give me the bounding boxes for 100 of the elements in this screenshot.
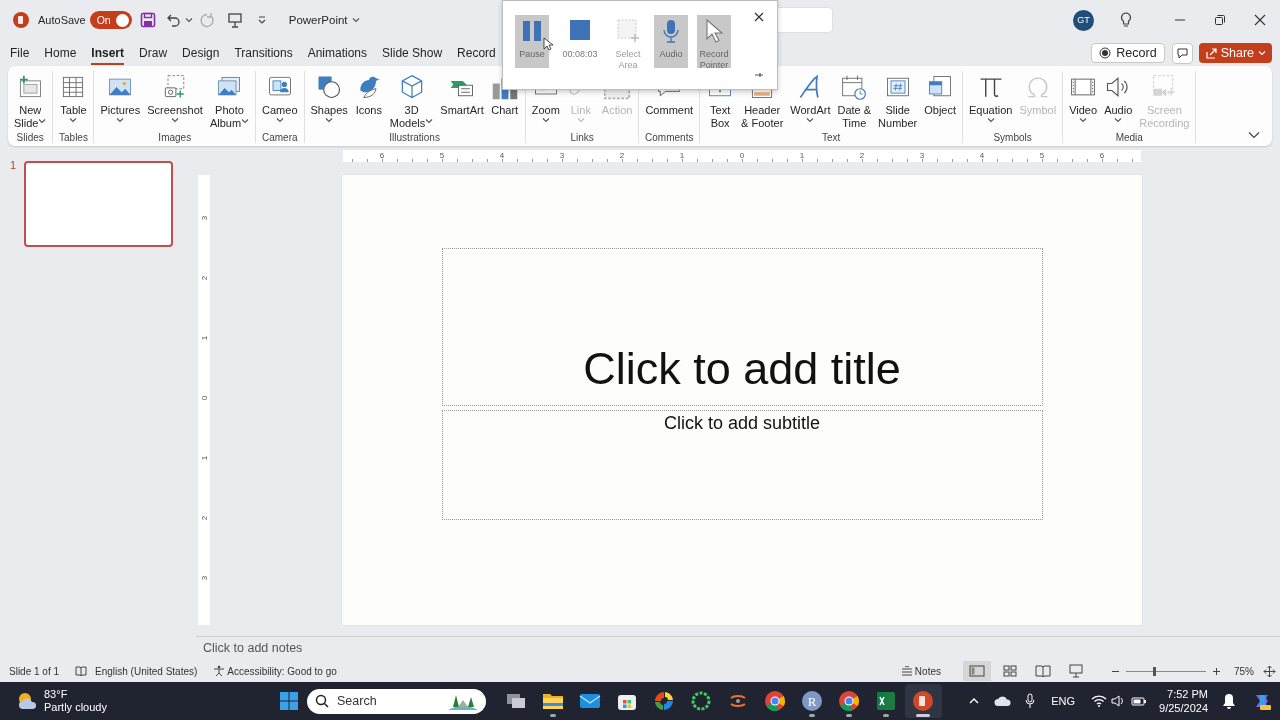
ribbon-button[interactable]: Object: [921, 71, 959, 131]
ruler-number: 1: [678, 150, 686, 162]
fit-slide-icon[interactable]: [1263, 664, 1276, 678]
ruler-number: 1: [198, 334, 210, 343]
caret-icon: [1258, 50, 1266, 56]
ribbon-button[interactable]: Video: [1066, 71, 1101, 131]
ribbon-button[interactable]: Date & Time: [834, 71, 875, 131]
ribbon-button[interactable]: WordArt: [787, 71, 834, 131]
clock-date[interactable]: 9/25/2024: [1159, 701, 1208, 715]
ribbon-tab[interactable]: Animations: [307, 41, 368, 65]
mouse-cursor-icon: [543, 37, 553, 51]
ruler-number: 2: [858, 150, 866, 162]
volume-icon[interactable]: [1111, 695, 1126, 707]
record-button[interactable]: Record: [1091, 43, 1165, 63]
lightbulb-icon[interactable]: [1120, 12, 1132, 28]
audio-button[interactable]: Audio: [654, 15, 688, 68]
autosave-label: AutoSave: [38, 14, 86, 26]
account-avatar[interactable]: GT: [1073, 9, 1094, 31]
record-dot-icon: [1099, 47, 1112, 59]
wifi-icon[interactable]: [1091, 695, 1108, 707]
start-icon[interactable]: [279, 691, 299, 711]
battery-icon[interactable]: [1131, 695, 1148, 707]
slide-sorter-icon: [1002, 664, 1018, 678]
group-label: Tables: [59, 131, 88, 143]
ribbon-button[interactable]: Cameo: [259, 71, 301, 131]
zoom-level[interactable]: 75%: [1234, 665, 1254, 677]
ribbon-tab[interactable]: Draw: [139, 41, 168, 65]
app-name-menu[interactable]: PowerPoint: [288, 14, 360, 26]
taskbar-app[interactable]: [905, 684, 942, 718]
presentation-icon[interactable]: [226, 12, 243, 28]
taskbar-search-field[interactable]: Search: [307, 688, 486, 714]
ribbon-tab[interactable]: Insert: [91, 41, 125, 65]
share-button[interactable]: Share: [1198, 43, 1272, 63]
restore-icon[interactable]: [1214, 14, 1226, 26]
slide-thumbnail[interactable]: [24, 161, 174, 247]
group-label: Symbols: [993, 131, 1032, 143]
share-icon: [1204, 47, 1217, 59]
autosave-toggle[interactable]: On: [89, 11, 132, 29]
ribbon-button[interactable]: 3D Models: [386, 71, 437, 131]
ribbon-button[interactable]: Table: [56, 71, 91, 131]
clock-time[interactable]: 7:52 PM: [1167, 687, 1208, 701]
group-label: Illustrations: [389, 131, 440, 143]
group-label: Text: [821, 131, 841, 143]
pause-button[interactable]: Pause: [515, 15, 549, 68]
ruler-number: 3: [198, 214, 210, 223]
collapse-ribbon-icon[interactable]: [1248, 131, 1260, 139]
zoom-in-icon[interactable]: [1212, 666, 1221, 676]
ruler-number: 5: [438, 150, 446, 162]
ruler-number: 2: [198, 514, 210, 523]
language[interactable]: English (United States): [95, 665, 198, 677]
zoom-slider-thumb[interactable]: [1153, 666, 1156, 676]
customize-icon[interactable]: [256, 15, 267, 25]
ruler-number: 2: [198, 274, 210, 283]
undo-icon[interactable]: [165, 12, 182, 28]
ribbon-button[interactable]: Shapes: [307, 71, 351, 131]
pin-icon[interactable]: [754, 72, 764, 78]
spelling-icon[interactable]: [75, 665, 88, 677]
ribbon-button[interactable]: Slide Number: [875, 71, 921, 131]
notification-bell-icon[interactable]: [1222, 693, 1236, 709]
ribbon-tab[interactable]: Design: [182, 41, 220, 65]
ribbon-button[interactable]: New Slide: [11, 71, 50, 131]
ribbon-button[interactable]: SmartArt: [437, 71, 487, 131]
ribbon-tab[interactable]: Transitions: [234, 41, 293, 65]
ribbon-button[interactable]: Audio: [1101, 71, 1136, 131]
ruler-number: 3: [918, 150, 926, 162]
ribbon-button[interactable]: Pictures: [97, 71, 144, 131]
weather-condition[interactable]: Partly cloudy: [44, 701, 107, 714]
notes-button[interactable]: Notes: [900, 665, 941, 677]
caret-icon: [351, 17, 360, 23]
ribbon-button[interactable]: Screenshot: [144, 71, 206, 131]
ribbon-tab[interactable]: Record: [457, 41, 496, 65]
ruler-number: 4: [498, 150, 506, 162]
weather-temperature[interactable]: 83°F: [44, 688, 107, 701]
title-placeholder[interactable]: Click to add title: [441, 248, 1043, 406]
comments-button[interactable]: [1171, 42, 1193, 64]
ribbon-tab[interactable]: Slide Show: [382, 41, 443, 65]
microphone-icon[interactable]: [1024, 693, 1037, 709]
close-icon[interactable]: [1254, 14, 1266, 26]
group-label: Links: [570, 131, 594, 143]
caret-icon: [184, 17, 193, 23]
cloud-icon[interactable]: [994, 695, 1013, 707]
pause-icon: [521, 19, 543, 43]
save-icon[interactable]: [139, 12, 156, 28]
subtitle-placeholder[interactable]: Click to add subtitle: [441, 410, 1043, 520]
stop-icon[interactable]: [569, 19, 591, 41]
record-pointer-button[interactable]: Record Pointer: [697, 15, 731, 68]
ribbon-button[interactable]: Equation: [966, 71, 1016, 131]
ribbon-tab[interactable]: Home: [44, 41, 77, 65]
browser-icon: [763, 689, 788, 713]
close-icon[interactable]: [754, 12, 764, 22]
ribbon-button[interactable]: Icons: [351, 71, 386, 131]
group-label: Slides: [16, 131, 44, 143]
r-logo-icon: R: [800, 689, 825, 713]
accessibility-status[interactable]: Accessibility: Good to go: [227, 665, 337, 677]
notes-icon: [900, 666, 913, 676]
ruler-number: 6: [378, 150, 386, 162]
ribbon-tab[interactable]: File: [10, 41, 30, 65]
input-language[interactable]: ENG: [1051, 695, 1076, 707]
ribbon-button[interactable]: Photo Album: [206, 71, 253, 131]
select-area-icon: [617, 19, 639, 43]
